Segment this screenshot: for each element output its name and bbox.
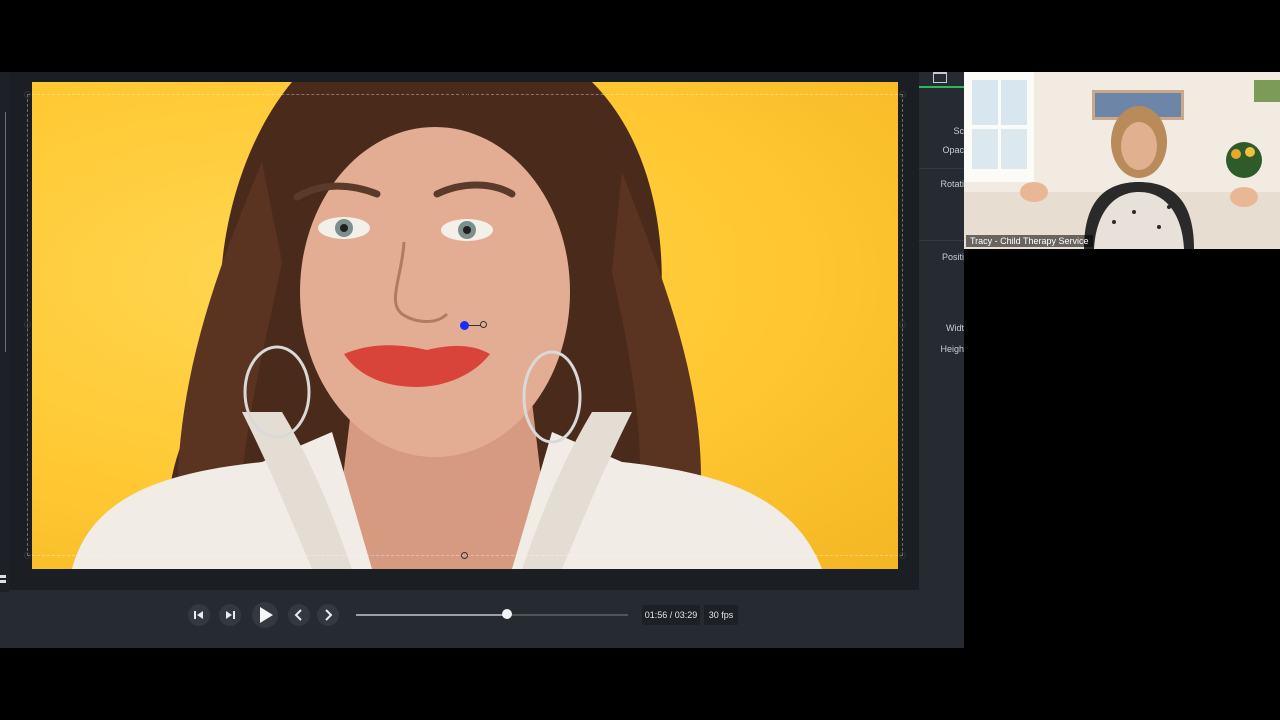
step-forward-icon [226, 611, 235, 619]
play-button[interactable] [252, 602, 278, 628]
step-back-button[interactable] [188, 604, 210, 626]
resize-handle-top[interactable] [461, 91, 468, 98]
playback-bar: 01:56 / 03:29 30 fps [0, 592, 964, 648]
rotation-handle-line [468, 325, 481, 326]
panel-toggle-icon[interactable] [0, 575, 7, 585]
opacity-label: Opac [942, 145, 964, 155]
width-label: Widt [946, 323, 964, 333]
height-label: Heigh [940, 344, 964, 354]
scroll-track[interactable] [5, 112, 6, 352]
step-forward-button[interactable] [219, 604, 241, 626]
anchor-point-icon[interactable] [460, 321, 469, 330]
next-button[interactable] [317, 604, 339, 626]
step-back-icon [194, 611, 203, 619]
rotation-label: Rotati [940, 179, 964, 189]
participant-name-label: Tracy - Child Therapy Service [966, 235, 1093, 247]
fps-display[interactable]: 30 fps [704, 605, 738, 625]
resize-handle-right[interactable] [899, 321, 906, 328]
position-label: Positi [941, 252, 964, 262]
webcam-overlay: Tracy - Child Therapy Service [964, 72, 1280, 249]
scrubber-progress [356, 614, 507, 616]
chevron-right-icon [325, 609, 333, 621]
scrubber-handle[interactable] [501, 609, 512, 619]
properties-tab-icon [933, 72, 947, 83]
properties-panel: Sc Opac Rotati Positi Widt Heigh [919, 72, 964, 648]
scale-label: Sc [953, 126, 964, 136]
resize-handle-top-left[interactable] [24, 91, 31, 98]
scrubber-track[interactable] [356, 614, 628, 616]
rotation-handle[interactable] [480, 321, 487, 328]
time-display: 01:56 / 03:29 [642, 605, 700, 625]
resize-handle-left[interactable] [24, 321, 31, 328]
left-scroll-strip[interactable] [0, 72, 9, 592]
resize-handle-bottom[interactable] [461, 552, 468, 559]
visual-properties-tab[interactable] [919, 72, 964, 88]
presenter-video-image [964, 72, 1280, 249]
play-icon [260, 607, 273, 623]
chevron-left-icon [294, 609, 302, 621]
active-tab-indicator [919, 86, 964, 88]
resize-handle-bottom-right[interactable] [899, 552, 906, 559]
resize-handle-bottom-left[interactable] [24, 552, 31, 559]
previous-button[interactable] [288, 604, 310, 626]
resize-handle-top-right[interactable] [899, 91, 906, 98]
